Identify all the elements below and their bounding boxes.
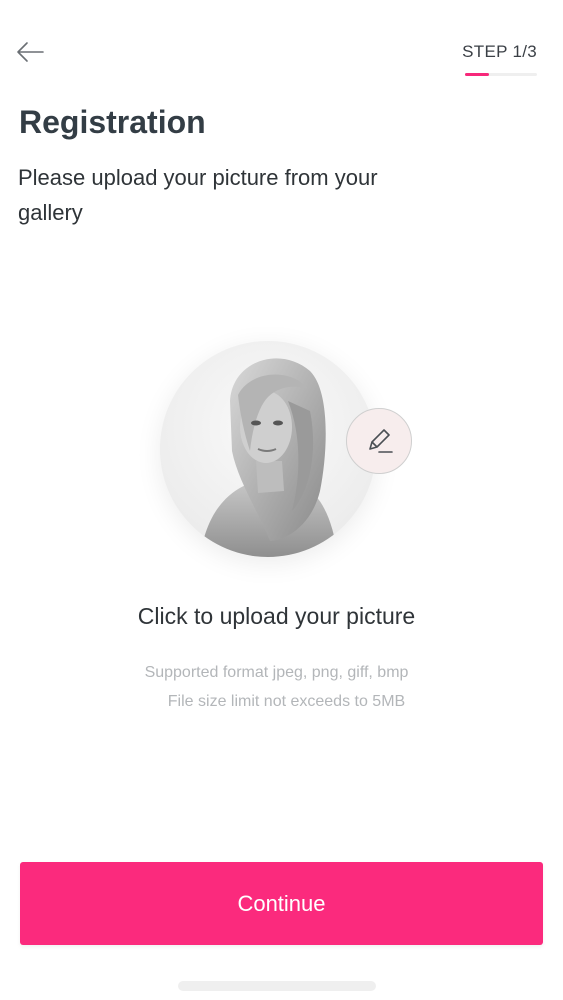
- arrow-left-icon: [17, 42, 44, 62]
- pencil-icon: [369, 429, 393, 453]
- home-indicator: [178, 981, 376, 991]
- upload-title[interactable]: Click to upload your picture: [0, 603, 553, 630]
- continue-button[interactable]: Continue: [20, 862, 543, 945]
- file-size-hint: File size limit not exceeds to 5MB: [167, 693, 406, 710]
- registration-screen: STEP 1/3 Registration Please upload your…: [0, 0, 563, 1000]
- step-indicator: STEP 1/3: [457, 42, 537, 76]
- profile-photo-image: [160, 341, 376, 557]
- edit-photo-button[interactable]: [346, 408, 412, 474]
- supported-formats-hint: Supported format jpeg, png, giff, bmp: [144, 664, 409, 681]
- back-button[interactable]: [10, 34, 50, 70]
- page-title: Registration: [19, 104, 206, 140]
- page-subtitle: Please upload your picture from your gal…: [18, 165, 378, 225]
- profile-photo[interactable]: [160, 341, 376, 557]
- step-label: STEP 1/3: [462, 42, 537, 61]
- step-progress-fill: [465, 73, 489, 76]
- step-progress-bar: [465, 73, 537, 76]
- avatar-upload: [160, 341, 412, 557]
